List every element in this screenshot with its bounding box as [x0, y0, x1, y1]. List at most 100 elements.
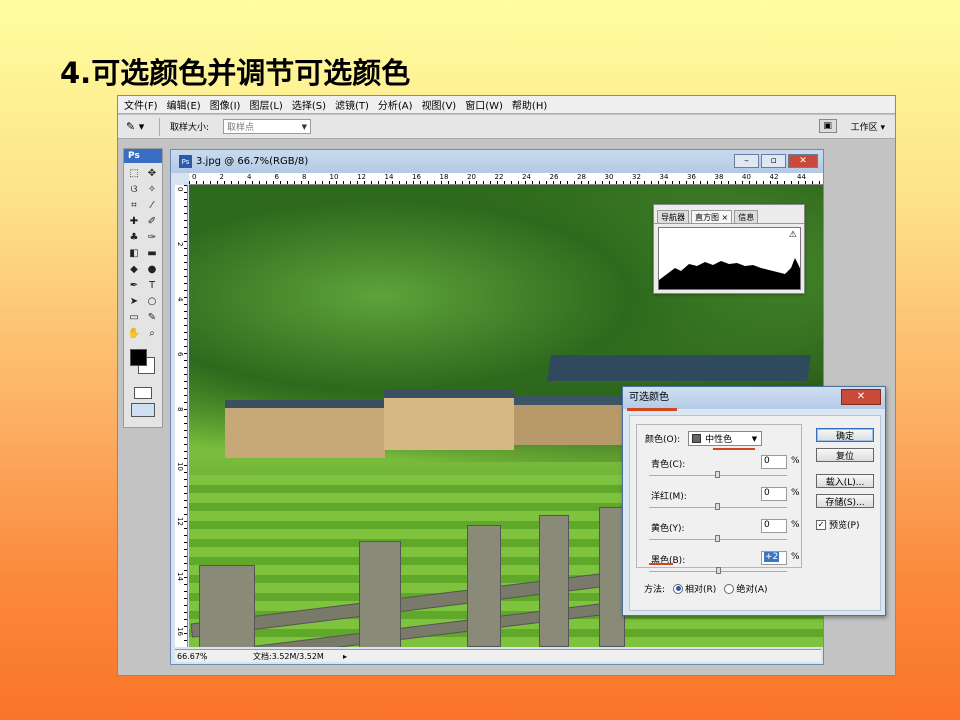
slider-thumb[interactable] [715, 503, 720, 510]
slider-value-selected: +2 [764, 552, 780, 562]
color-select[interactable]: 中性色 ▼ [688, 431, 763, 446]
quick-mask-icon[interactable] [134, 387, 152, 399]
slider-thumb[interactable] [716, 567, 722, 574]
zoom-level[interactable]: 66.67% [175, 651, 208, 661]
sample-size-label: 取样大小: [170, 123, 210, 133]
ruler-tick-label: 22 [494, 173, 504, 181]
camera-icon[interactable]: ▣ [818, 119, 837, 133]
radio-relative-label[interactable]: 相对(R) [685, 582, 716, 595]
lasso-tool-icon[interactable]: ଓ [125, 181, 143, 197]
dialog-close-icon[interactable]: ✕ [841, 389, 881, 405]
notes-tool-icon[interactable]: ▭ [125, 309, 143, 325]
blur-tool-icon[interactable]: ◆ [125, 261, 143, 277]
preview-checkbox[interactable]: ✓ [816, 519, 826, 530]
slider-thumb[interactable] [715, 535, 720, 542]
radio-relative[interactable] [673, 583, 684, 594]
ruler-tick-label: 40 [742, 173, 751, 181]
workspace-button[interactable]: 工作区 ▾ [851, 120, 885, 133]
magic-wand-icon[interactable]: ✧ [143, 181, 161, 197]
slider-row-black: 黑色(B): +2 % [643, 551, 801, 581]
histogram-graph: ⚠ [658, 227, 801, 290]
marquee-tool-icon[interactable]: ⬚ [125, 165, 143, 181]
slider-value-input[interactable]: 0 [761, 487, 787, 501]
menu-help[interactable]: 帮助(H) [512, 97, 547, 112]
menu-select[interactable]: 选择(S) [292, 97, 326, 112]
ruler-tick-label: 26 [549, 173, 559, 181]
slide-title: 4.可选颜色并调节可选颜色 [60, 56, 411, 90]
ok-button[interactable]: 确定 [816, 428, 874, 442]
ruler-tick-label: 16 [412, 173, 421, 181]
radio-absolute[interactable] [724, 583, 735, 594]
hand-tool-icon[interactable]: ✋ [125, 325, 143, 341]
status-arrow-icon[interactable]: ▸ [343, 652, 347, 661]
path-select-icon[interactable]: ➤ [125, 293, 143, 309]
foreground-color[interactable] [130, 349, 147, 366]
percent-unit: % [791, 488, 800, 498]
photo-house [384, 390, 514, 450]
ruler-tick-label: 0 [176, 187, 184, 192]
pen-tool-icon[interactable]: ✒ [125, 277, 143, 293]
save-button[interactable]: 存储(S)... [816, 494, 874, 508]
gradient-tool-icon[interactable]: ▬ [143, 245, 161, 261]
slice-tool-icon[interactable]: ⁄ [143, 197, 161, 213]
healing-brush-icon[interactable]: ✚ [125, 213, 143, 229]
ruler-tick-label: 28 [577, 173, 586, 181]
ruler-tick-label: 6 [176, 352, 184, 357]
color-swatches[interactable] [124, 345, 162, 381]
ruler-tick-label: 2 [176, 242, 184, 247]
sample-size-value: 取样点 [227, 123, 255, 133]
ruler-left: 0 2 4 6 8 10 12 14 16 [175, 185, 188, 647]
crop-tool-icon[interactable]: ⌗ [125, 197, 143, 213]
tab-info[interactable]: 信息 [734, 210, 759, 223]
slider-value-input[interactable]: +2 [761, 551, 787, 565]
color-swatch [692, 434, 702, 443]
slider-label: 青色(C): [651, 460, 686, 470]
slider-row-magenta: 洋红(M): 0 % [643, 487, 801, 517]
slider-label: 洋红(M): [651, 492, 687, 502]
menu-layer[interactable]: 图层(L) [249, 97, 282, 112]
chevron-down-icon: ▼ [301, 122, 308, 131]
stamp-tool-icon[interactable]: ♣ [125, 229, 143, 245]
eraser-tool-icon[interactable]: ◧ [125, 245, 143, 261]
brush-tool-icon[interactable]: ✐ [143, 213, 161, 229]
eyedropper-tool-icon[interactable]: ✎ [143, 309, 161, 325]
slider-value-input[interactable]: 0 [761, 519, 787, 533]
menu-file[interactable]: 文件(F) [124, 97, 158, 112]
close-icon[interactable]: ✕ [788, 154, 818, 168]
color-value: 中性色 [705, 435, 733, 445]
preview-label[interactable]: 预览(P) [829, 518, 859, 531]
dodge-tool-icon[interactable]: ● [143, 261, 161, 277]
menu-image[interactable]: 图像(I) [210, 97, 241, 112]
menu-view[interactable]: 视图(V) [422, 97, 457, 112]
load-button[interactable]: 载入(L)... [816, 474, 874, 488]
menu-analysis[interactable]: 分析(A) [378, 97, 413, 112]
zoom-tool-icon[interactable]: ⌕ [143, 325, 161, 341]
histogram-panel: 导航器 直方图 × 信息 ⚠ [653, 204, 805, 294]
slider-thumb[interactable] [715, 471, 720, 478]
screen-mode-icon[interactable] [131, 403, 155, 417]
menu-window[interactable]: 窗口(W) [465, 97, 503, 112]
type-tool-icon[interactable]: T [143, 277, 161, 293]
sample-size-select[interactable]: 取样点 ▼ [223, 119, 312, 134]
document-titlebar: Ps 3.jpg @ 66.7%(RGB/8) – ▫ ✕ [171, 150, 823, 173]
reset-button[interactable]: 复位 [816, 448, 874, 462]
move-tool-icon[interactable]: ✥ [143, 165, 161, 181]
minimize-icon[interactable]: – [734, 154, 759, 168]
radio-absolute-label[interactable]: 绝对(A) [736, 582, 767, 595]
ps-logo: Ps [124, 149, 162, 163]
tab-histogram[interactable]: 直方图 × [691, 210, 733, 223]
document-size: 文档:3.52M/3.52M [253, 651, 324, 661]
warning-icon[interactable]: ⚠ [789, 230, 797, 240]
tab-navigator[interactable]: 导航器 [657, 210, 689, 223]
ruler-tick-label: 10 [329, 173, 339, 181]
maximize-icon[interactable]: ▫ [761, 154, 786, 168]
toolbox: Ps ⬚ ✥ ଓ ✧ ⌗ ⁄ ✚ ✐ ♣ ✑ ◧ ▬ ◆ ● ✒ T ➤ ○ ▭… [123, 148, 163, 428]
menu-filter[interactable]: 滤镜(T) [335, 97, 369, 112]
ruler-tick-label: 18 [439, 173, 449, 181]
menu-edit[interactable]: 编辑(E) [167, 97, 201, 112]
history-brush-icon[interactable]: ✑ [143, 229, 161, 245]
shape-tool-icon[interactable]: ○ [143, 293, 161, 309]
eyedropper-icon[interactable]: ✎ ▾ [126, 117, 160, 136]
slider-value-input[interactable]: 0 [761, 455, 787, 469]
ruler-tick-label: 6 [274, 173, 279, 181]
